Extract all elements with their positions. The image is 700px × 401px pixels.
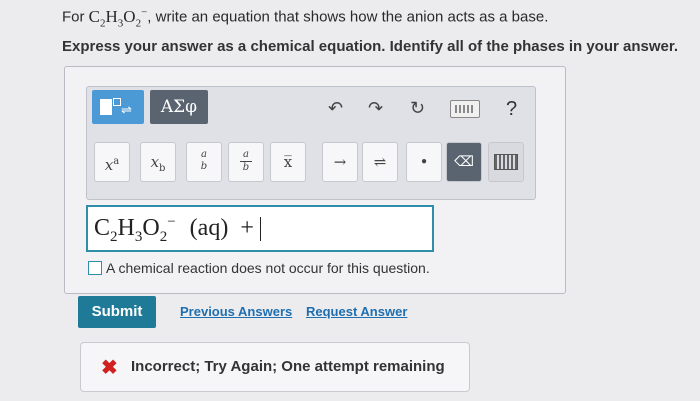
help-icon[interactable]: ? — [506, 98, 517, 121]
arrow-button[interactable]: → — [322, 142, 358, 182]
overbar-button[interactable]: x̅ — [270, 142, 306, 182]
question-instruction: Express your answer as a chemical equati… — [62, 38, 679, 55]
previous-answers-link[interactable]: Previous Answers — [180, 304, 292, 319]
submit-button[interactable]: Submit — [78, 296, 156, 328]
no-reaction-label: A chemical reaction does not occur for t… — [106, 260, 430, 276]
question-prompt: For C2H3O2−, write an equation that show… — [62, 6, 549, 30]
answer-input[interactable]: C2H3O2− (aq) + — [86, 205, 434, 252]
no-reaction-option[interactable]: A chemical reaction does not occur for t… — [88, 260, 430, 276]
request-answer-link[interactable]: Request Answer — [306, 304, 407, 319]
equilibrium-button[interactable]: ⇌ — [362, 142, 398, 182]
feedback-message: Incorrect; Try Again; One attempt remain… — [131, 358, 445, 375]
fraction-bar-button[interactable]: ab — [228, 142, 264, 182]
text-cursor — [259, 217, 261, 242]
keyboard-icon — [494, 154, 518, 170]
subscript-button[interactable]: xb — [140, 142, 176, 182]
templates-icon — [100, 99, 112, 115]
reset-icon[interactable]: ↻ — [410, 98, 425, 118]
superscript-button[interactable]: xa — [94, 142, 130, 182]
question-formula: C2H3O2− — [88, 6, 148, 30]
feedback-box: ✖ Incorrect; Try Again; One attempt rema… — [80, 342, 470, 392]
keyboard-icon[interactable] — [450, 100, 480, 118]
fraction-button[interactable]: ab — [186, 142, 222, 182]
undo-icon[interactable]: ↶ — [328, 98, 343, 118]
templates-button[interactable]: ⇌ — [92, 90, 144, 124]
x-icon: ✖ — [101, 357, 118, 379]
keyboard-button[interactable] — [488, 142, 524, 182]
redo-icon[interactable]: ↷ — [368, 98, 383, 118]
delete-button[interactable]: ⌫ — [446, 142, 482, 182]
no-reaction-checkbox[interactable] — [88, 261, 102, 275]
greek-letters-button[interactable]: ΑΣφ — [150, 90, 208, 124]
dot-button[interactable]: • — [406, 142, 442, 182]
